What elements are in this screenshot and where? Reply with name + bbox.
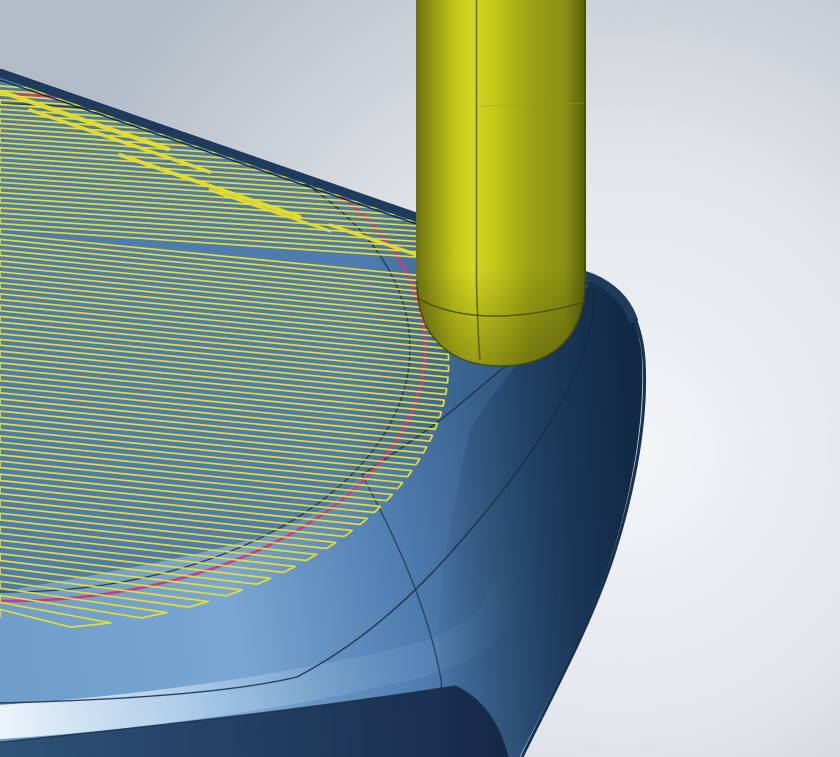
scene-3d (0, 0, 840, 757)
cutting-tool[interactable] (417, 0, 585, 366)
cam-3d-viewport[interactable] (0, 0, 840, 757)
